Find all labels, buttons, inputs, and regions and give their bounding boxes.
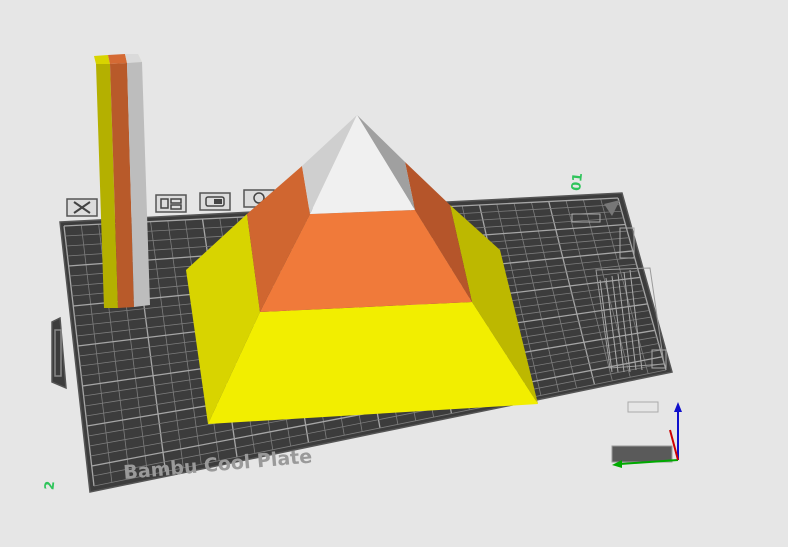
3d-viewport[interactable]: Bambu Cool Plate 01 2 — [0, 0, 788, 547]
plate-number[interactable]: 01 — [569, 172, 586, 192]
plate-corner-mark: 2 — [42, 480, 58, 491]
candy-corn-pyramid[interactable] — [186, 115, 538, 424]
lock-plate-icon[interactable] — [199, 192, 231, 211]
plate-handle — [51, 316, 67, 390]
scene-canvas[interactable]: Bambu Cool Plate 01 2 — [0, 0, 788, 547]
close-plate-icon[interactable] — [66, 198, 98, 217]
arrange-plate-icon[interactable] — [155, 194, 187, 213]
